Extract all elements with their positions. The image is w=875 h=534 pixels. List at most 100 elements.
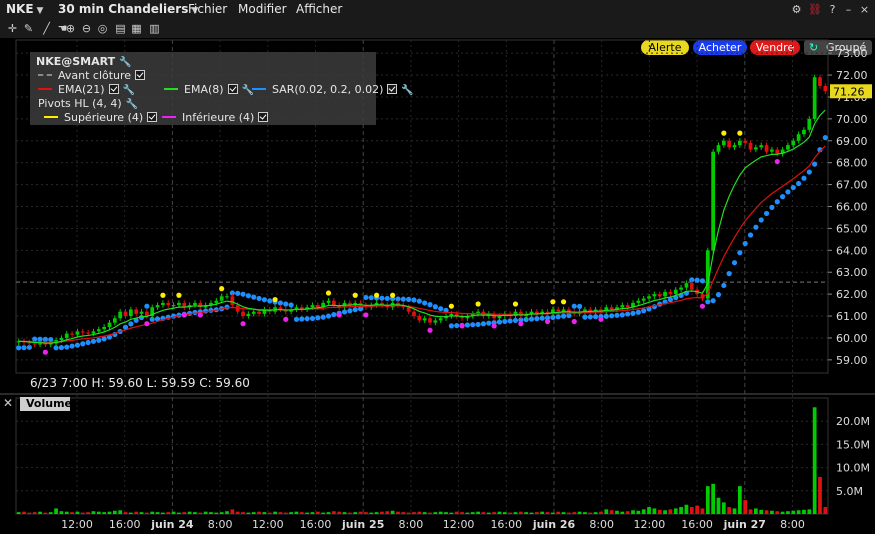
sar-dot <box>470 322 476 328</box>
volume-bar <box>182 512 187 514</box>
sar-dot <box>774 199 780 205</box>
volume-bar <box>513 512 518 514</box>
candle-body <box>417 316 422 321</box>
sar-dot <box>21 345 27 351</box>
sar-dot <box>128 321 134 327</box>
candle-body <box>812 77 817 119</box>
sar-dot <box>486 320 492 326</box>
pivot-high-dot <box>550 299 556 305</box>
pivot-high-dot <box>176 292 182 298</box>
volume-bar <box>721 502 726 514</box>
lower-checkbox[interactable] <box>258 112 269 122</box>
green-swatch <box>164 88 178 90</box>
volume-bar <box>807 509 812 514</box>
volume-bar <box>150 511 155 514</box>
upper-checkbox[interactable] <box>147 112 158 122</box>
candle-body <box>497 316 502 319</box>
volume-bar <box>668 509 673 514</box>
volume-bar <box>727 507 732 514</box>
sar-dot <box>406 296 412 302</box>
sar-dot <box>630 310 636 316</box>
pivot-low-dot <box>336 312 342 318</box>
wrench-icon[interactable]: 🔧 <box>119 57 131 68</box>
time-tick-label: 16:00 <box>300 518 332 531</box>
sar-checkbox[interactable] <box>387 84 398 94</box>
legend-pivots: Pivots HL (4, 4) 🔧 <box>38 97 139 110</box>
candle-body <box>673 289 678 295</box>
yellow-swatch <box>44 116 58 118</box>
sar-dot <box>320 314 326 320</box>
sar-dot <box>85 339 91 346</box>
price-tick-label: 59.00 <box>836 354 868 367</box>
sar-dot <box>635 309 641 315</box>
time-tick-label: juin 24 <box>150 518 194 531</box>
price-tick-label: 69.00 <box>836 135 868 148</box>
volume-bar <box>257 511 261 514</box>
volume-bar <box>802 509 806 514</box>
sar-dot <box>699 278 706 284</box>
pivot-low-dot <box>197 312 203 318</box>
volume-bar <box>27 512 32 514</box>
pivot-low-dot <box>598 316 604 322</box>
volume-bar <box>369 512 374 514</box>
candle-body <box>625 305 630 308</box>
candle-body <box>428 318 432 323</box>
pivot-high-dot <box>373 292 380 298</box>
sar-dot <box>144 303 150 309</box>
price-tick-label: 70.00 <box>836 113 868 126</box>
candle-body <box>422 318 427 321</box>
volume-bar <box>417 511 422 514</box>
volume-bar <box>380 511 384 514</box>
volume-bar <box>134 511 139 514</box>
candle-body <box>807 118 812 130</box>
ema8-checkbox[interactable] <box>227 84 238 94</box>
candle-body <box>818 77 822 87</box>
volume-bar <box>497 511 502 514</box>
wrench-icon[interactable]: 🔧 <box>123 85 135 96</box>
volume-bar <box>289 512 293 514</box>
volume-bar <box>48 512 53 514</box>
sar-dot <box>454 322 460 329</box>
volume-bar <box>818 476 822 514</box>
candle-body <box>636 300 641 303</box>
sar-dot <box>400 296 406 302</box>
wrench-icon[interactable]: 🔧 <box>126 99 138 110</box>
preclose-checkbox[interactable] <box>135 70 146 80</box>
volume-bar <box>492 512 496 514</box>
candle-body <box>134 309 139 314</box>
sar-dot <box>267 298 273 304</box>
candle-body <box>786 145 790 150</box>
sar-dot <box>528 316 535 322</box>
candle-body <box>230 296 235 306</box>
candle-body <box>791 140 796 146</box>
volume-bar <box>166 512 171 514</box>
candle-body <box>716 145 721 152</box>
pivot-high-dot <box>475 301 481 307</box>
volume-bar <box>262 512 267 514</box>
pivot-low-dot <box>518 321 524 327</box>
volume-bar <box>283 512 288 514</box>
volume-bar <box>396 511 400 514</box>
volume-bar <box>486 512 491 514</box>
close-volume-icon[interactable]: ✕ <box>3 396 13 410</box>
volume-bar <box>310 512 315 514</box>
volume-bar <box>155 512 160 514</box>
volume-bar <box>577 511 582 514</box>
time-tick-label: 8:00 <box>208 518 233 531</box>
volume-bar <box>214 512 219 514</box>
ema21-checkbox[interactable] <box>108 84 119 94</box>
sar-dot <box>422 300 428 306</box>
volume-bar <box>647 507 651 514</box>
volume-bar <box>737 486 742 514</box>
volume-bar <box>529 512 534 514</box>
sar-dot <box>58 344 65 351</box>
volume-bar <box>145 512 149 514</box>
volume-bar <box>663 510 667 514</box>
candle-body <box>759 145 764 148</box>
volume-bar <box>198 512 203 514</box>
volume-bar <box>449 512 454 514</box>
volume-bar <box>508 512 513 514</box>
sar-dot <box>325 313 332 319</box>
price-tick-label: 64.00 <box>836 244 868 257</box>
wrench-icon[interactable]: 🔧 <box>401 85 413 96</box>
